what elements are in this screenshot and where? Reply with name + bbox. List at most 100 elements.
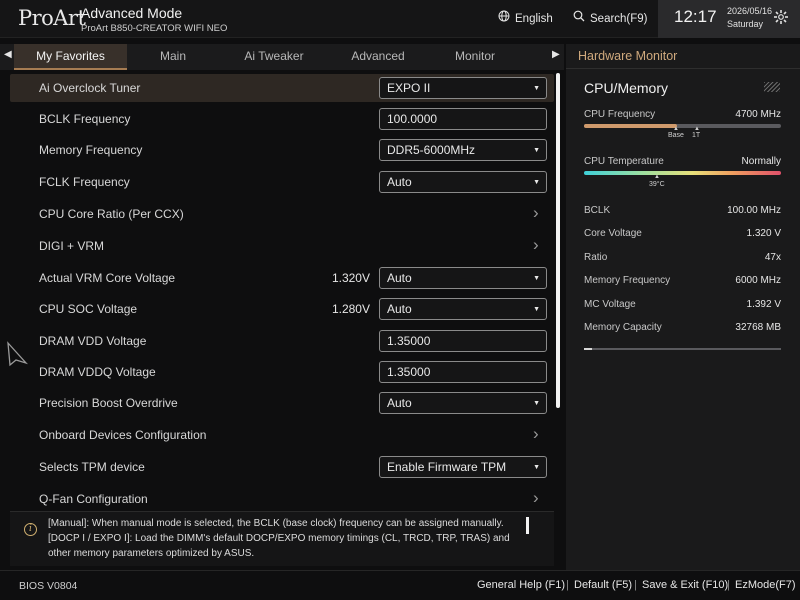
clock-time[interactable]: 12:17 <box>674 7 717 27</box>
ratio-value: 47x <box>764 252 781 263</box>
ez-mode-button[interactable]: EzMode(F7) <box>735 579 796 591</box>
brand-logo: ProArt <box>18 6 86 30</box>
tab-scroll-right-icon[interactable]: ▶ <box>552 49 560 60</box>
core-voltage-value: 1.320 V <box>746 228 781 239</box>
input-value: 1.35000 <box>387 365 431 379</box>
cpu-temperature-bar <box>584 171 781 175</box>
cpu-frequency-label: CPU Frequency <box>584 109 656 120</box>
dropdown-value: Auto <box>387 396 412 410</box>
search-icon <box>572 10 586 25</box>
settings-scrollbar[interactable] <box>556 73 560 408</box>
tpm-device-dropdown[interactable]: Enable Firmware TPM ▼ <box>379 456 547 478</box>
gear-icon[interactable] <box>773 9 789 30</box>
tab-main[interactable]: Main <box>127 44 219 70</box>
base-marker-label: Base <box>668 132 684 139</box>
voltage-reading: 1.320V <box>331 271 370 285</box>
save-exit-button[interactable]: Save & Exit (F10) <box>642 579 728 591</box>
setting-label: BCLK Frequency <box>39 112 131 126</box>
dram-vdd-voltage-input[interactable]: 1.35000 <box>379 330 547 352</box>
tab-ai-tweaker[interactable]: Ai Tweaker <box>219 44 329 70</box>
caret-down-icon: ▼ <box>533 400 540 407</box>
precision-boost-overdrive-dropdown[interactable]: Auto ▼ <box>379 392 547 414</box>
ai-overclock-tuner-dropdown[interactable]: EXPO II ▼ <box>379 77 547 99</box>
help-scrollbar[interactable] <box>526 517 529 534</box>
setting-row-q-fan-configuration[interactable]: Q-Fan Configuration › <box>10 485 554 513</box>
cpu-temperature-status: Normally <box>741 156 781 167</box>
tab-my-favorites[interactable]: My Favorites <box>14 44 127 70</box>
setting-row-vrm-core-voltage[interactable]: Actual VRM Core Voltage 1.320V Auto ▼ <box>10 264 554 292</box>
caret-down-icon: ▼ <box>533 275 540 282</box>
tab-bar: ◀ My Favorites Main Ai Tweaker Advanced … <box>0 44 564 70</box>
dropdown-value: DDR5-6000MHz <box>387 143 476 157</box>
mouse-cursor-icon <box>6 341 29 367</box>
caret-down-icon: ▼ <box>533 85 540 92</box>
bclk-value: 100.00 MHz <box>727 205 781 216</box>
setting-label: DIGI + VRM <box>39 239 105 253</box>
footer-bar: BIOS V0804 General Help (F1) | Default (… <box>0 570 800 600</box>
stripes-icon <box>764 82 780 92</box>
cpu-soc-voltage-dropdown[interactable]: Auto ▼ <box>379 298 547 320</box>
fclk-frequency-dropdown[interactable]: Auto ▼ <box>379 171 547 193</box>
dram-vddq-voltage-input[interactable]: 1.35000 <box>379 361 547 383</box>
default-button[interactable]: Default (F5) <box>574 579 632 591</box>
cpu-temperature-label: CPU Temperature <box>584 156 664 167</box>
setting-row-onboard-devices[interactable]: Onboard Devices Configuration › <box>10 421 554 449</box>
input-value: 100.0000 <box>387 112 438 126</box>
temperature-marker-label: 39°C <box>649 181 665 188</box>
tab-advanced[interactable]: Advanced <box>329 44 427 70</box>
setting-row-digi-vrm[interactable]: DIGI + VRM › <box>10 232 554 260</box>
setting-label: FCLK Frequency <box>39 175 130 189</box>
setting-row-memory-frequency[interactable]: Memory Frequency DDR5-6000MHz ▼ <box>10 136 554 164</box>
setting-label: Actual VRM Core Voltage <box>39 271 176 285</box>
tab-scroll-left-icon[interactable]: ◀ <box>4 49 12 60</box>
setting-row-ai-overclock-tuner[interactable]: Ai Overclock Tuner EXPO II ▼ <box>10 74 554 102</box>
cpu-memory-heading: CPU/Memory <box>584 80 669 96</box>
ratio-label: Ratio <box>584 252 608 263</box>
setting-label: CPU Core Ratio (Per CCX) <box>39 207 184 221</box>
search-button[interactable]: Search(F9) <box>572 10 648 25</box>
footer-separator: | <box>634 579 637 591</box>
caret-down-icon: ▼ <box>533 306 540 313</box>
core-voltage-label: Core Voltage <box>584 228 642 239</box>
memory-frequency-label: Memory Frequency <box>584 275 671 286</box>
language-button[interactable]: English <box>497 10 553 25</box>
setting-row-dram-vdd-voltage[interactable]: DRAM VDD Voltage 1.35000 <box>10 327 554 355</box>
setting-row-cpu-soc-voltage[interactable]: CPU SOC Voltage 1.280V Auto ▼ <box>10 295 554 323</box>
memory-capacity-bar-fill <box>584 348 592 350</box>
caret-down-icon: ▼ <box>533 147 540 154</box>
setting-row-tpm-device[interactable]: Selects TPM device Enable Firmware TPM ▼ <box>10 453 554 481</box>
caret-down-icon: ▼ <box>533 464 540 471</box>
memory-capacity-value: 32768 MB <box>735 322 781 333</box>
memory-capacity-bar <box>584 348 781 350</box>
setting-row-bclk-frequency[interactable]: BCLK Frequency 100.0000 <box>10 105 554 133</box>
setting-row-dram-vddq-voltage[interactable]: DRAM VDDQ Voltage 1.35000 <box>10 358 554 386</box>
general-help-button[interactable]: General Help (F1) <box>477 579 565 591</box>
dropdown-value: EXPO II <box>387 81 431 95</box>
setting-label: Selects TPM device <box>39 460 145 474</box>
divider <box>566 68 800 69</box>
bclk-frequency-input[interactable]: 100.0000 <box>379 108 547 130</box>
globe-icon <box>497 10 511 25</box>
chevron-right-icon: › <box>533 488 539 507</box>
board-name: ProArt B850-CREATOR WIFI NEO <box>81 23 228 34</box>
vrm-core-voltage-dropdown[interactable]: Auto ▼ <box>379 267 547 289</box>
footer-separator: | <box>566 579 569 591</box>
setting-label: Precision Boost Overdrive <box>39 396 178 410</box>
setting-label: DRAM VDD Voltage <box>39 334 147 348</box>
setting-label: Q-Fan Configuration <box>39 492 148 506</box>
clock-date: 2026/05/16 <box>727 6 773 16</box>
setting-row-precision-boost-overdrive[interactable]: Precision Boost Overdrive Auto ▼ <box>10 389 554 417</box>
help-line: [Manual]: When manual mode is selected, … <box>48 518 504 529</box>
cpu-frequency-bar-fill <box>584 124 677 128</box>
tab-monitor[interactable]: Monitor <box>427 44 523 70</box>
help-line: [DOCP I / EXPO I]: Load the DIMM's defau… <box>48 533 510 544</box>
setting-label: Ai Overclock Tuner <box>39 81 141 95</box>
hardware-monitor-title: Hardware Monitor <box>578 49 678 63</box>
setting-row-cpu-core-ratio[interactable]: CPU Core Ratio (Per CCX) › <box>10 200 554 228</box>
language-label: English <box>515 13 553 25</box>
1t-marker-label: 1T <box>692 132 701 139</box>
chevron-right-icon: › <box>533 235 539 254</box>
setting-row-fclk-frequency[interactable]: FCLK Frequency Auto ▼ <box>10 168 554 196</box>
memory-frequency-dropdown[interactable]: DDR5-6000MHz ▼ <box>379 139 547 161</box>
help-panel: i [Manual]: When manual mode is selected… <box>10 511 554 566</box>
